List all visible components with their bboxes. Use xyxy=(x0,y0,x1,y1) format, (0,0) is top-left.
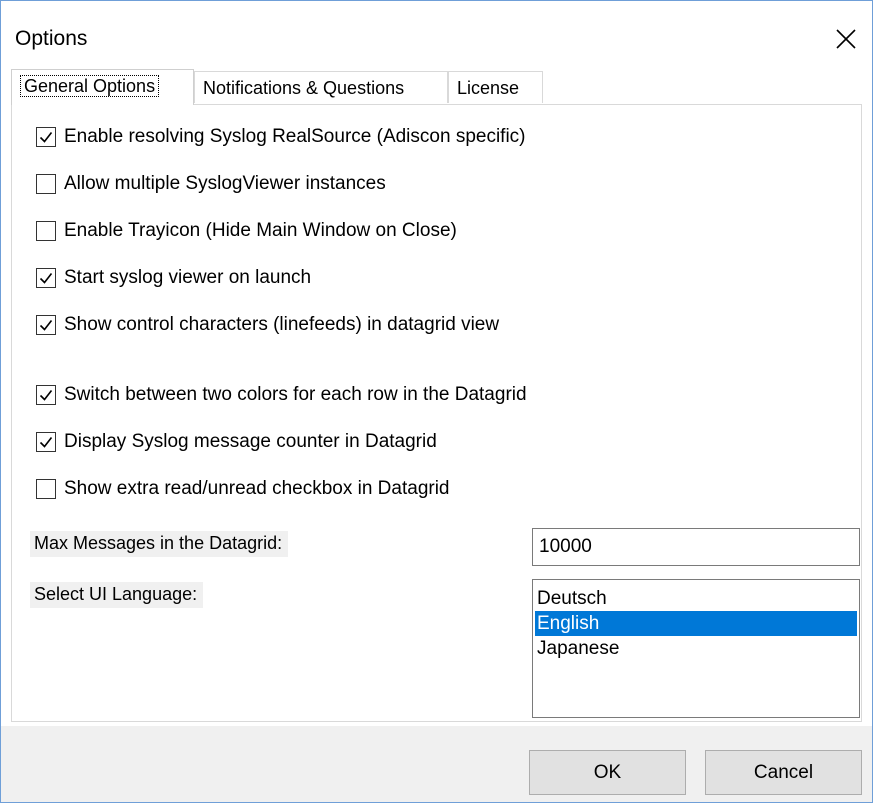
option-alternate-row-colors[interactable]: Switch between two colors for each row i… xyxy=(36,380,527,410)
checkmark-icon xyxy=(39,390,53,401)
title-bar: Options xyxy=(1,1,872,67)
dialog-footer: OK Cancel xyxy=(1,726,872,802)
checkmark-icon xyxy=(39,437,53,448)
option-read-unread-checkbox[interactable]: Show extra read/unread checkbox in Datag… xyxy=(36,474,450,504)
checkbox[interactable] xyxy=(36,385,56,405)
max-messages-label: Max Messages in the Datagrid: xyxy=(30,531,289,557)
language-option[interactable]: Japanese xyxy=(533,636,859,661)
dialog-title: Options xyxy=(15,27,88,50)
checkbox[interactable] xyxy=(36,174,56,194)
tab-license[interactable]: License xyxy=(448,71,543,103)
option-start-on-launch[interactable]: Start syslog viewer on launch xyxy=(36,263,311,293)
checkmark-icon xyxy=(39,273,53,284)
checkbox[interactable] xyxy=(36,432,56,452)
option-label: Start syslog viewer on launch xyxy=(64,267,312,288)
tab-general-options[interactable]: General Options xyxy=(11,69,194,105)
tab-label: Notifications & Questions xyxy=(203,78,405,98)
option-label: Switch between two colors for each row i… xyxy=(64,384,527,405)
tab-notifications-questions[interactable]: Notifications & Questions xyxy=(194,71,448,103)
language-option[interactable]: English xyxy=(535,611,857,636)
checkbox[interactable] xyxy=(36,315,56,335)
checkbox[interactable] xyxy=(36,127,56,147)
checkbox[interactable] xyxy=(36,268,56,288)
option-label: Show control characters (linefeeds) in d… xyxy=(64,314,500,335)
checkbox[interactable] xyxy=(36,221,56,241)
close-button[interactable] xyxy=(826,19,866,59)
option-enable-trayicon[interactable]: Enable Trayicon (Hide Main Window on Clo… xyxy=(36,216,457,246)
options-dialog: Options General Options Notifications & … xyxy=(0,0,873,803)
ui-language-label: Select UI Language: xyxy=(30,582,204,608)
option-message-counter[interactable]: Display Syslog message counter in Datagr… xyxy=(36,427,437,457)
general-options-panel: Enable resolving Syslog RealSource (Adis… xyxy=(11,104,862,722)
language-option[interactable]: Deutsch xyxy=(533,586,859,611)
tab-strip: General Options Notifications & Question… xyxy=(11,69,862,105)
checkbox[interactable] xyxy=(36,479,56,499)
cancel-button[interactable]: Cancel xyxy=(705,750,862,795)
close-icon xyxy=(836,29,856,49)
option-label: Enable Trayicon (Hide Main Window on Clo… xyxy=(64,220,457,241)
tab-label: License xyxy=(457,78,520,98)
checkmark-icon xyxy=(39,320,53,331)
option-label: Allow multiple SyslogViewer instances xyxy=(64,173,386,194)
max-messages-input[interactable] xyxy=(532,528,860,566)
checkmark-icon xyxy=(39,132,53,143)
option-show-control-characters[interactable]: Show control characters (linefeeds) in d… xyxy=(36,310,499,340)
option-label: Enable resolving Syslog RealSource (Adis… xyxy=(64,126,526,147)
tab-label: General Options xyxy=(20,75,160,97)
option-multiple-instances[interactable]: Allow multiple SyslogViewer instances xyxy=(36,169,386,199)
ui-language-listbox[interactable]: Deutsch English Japanese xyxy=(532,579,860,718)
option-label: Show extra read/unread checkbox in Datag… xyxy=(64,478,450,499)
option-label: Display Syslog message counter in Datagr… xyxy=(64,431,437,452)
ok-button[interactable]: OK xyxy=(529,750,686,795)
option-enable-realsource[interactable]: Enable resolving Syslog RealSource (Adis… xyxy=(36,122,526,152)
